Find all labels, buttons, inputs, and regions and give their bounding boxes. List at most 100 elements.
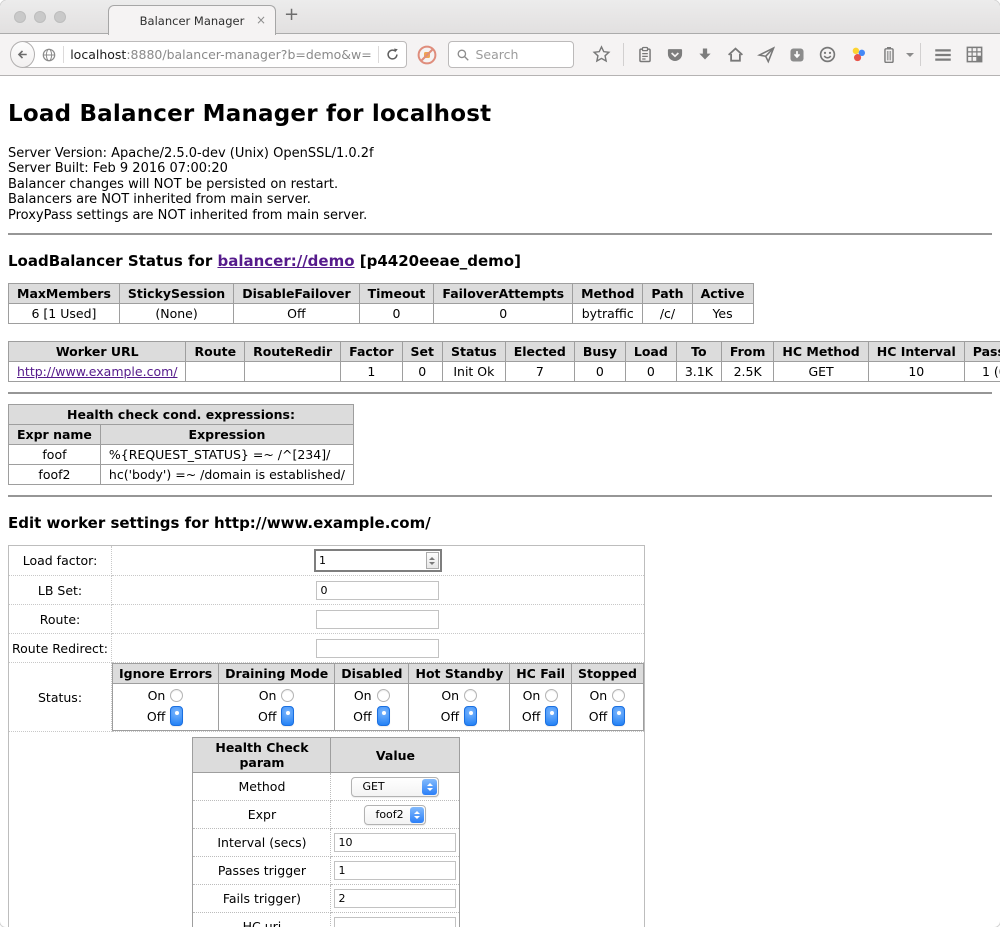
route-input[interactable] <box>316 610 439 629</box>
lb-set-row: LB Set: 0 <box>9 576 645 605</box>
draining-mode-radio-group: OnOff <box>225 686 328 728</box>
passes-input[interactable]: 1 <box>334 861 456 880</box>
col-hc-param: Health Check param <box>193 738 331 773</box>
col-status: Status <box>443 342 506 362</box>
reload-icon[interactable] <box>385 47 400 62</box>
on-label: On <box>353 688 371 703</box>
url-bar[interactable]: localhost:8880/balancer-manager?b=demo&w… <box>21 41 407 68</box>
color-dots-icon[interactable] <box>849 45 868 64</box>
downloads-icon[interactable] <box>696 46 714 64</box>
url-divider <box>63 46 64 63</box>
number-stepper-icon[interactable] <box>426 552 439 569</box>
new-tab-button[interactable]: + <box>284 4 299 25</box>
cell-busy: 0 <box>574 362 625 382</box>
col-hc-fail: HC Fail <box>510 664 572 684</box>
search-bar[interactable]: Search <box>448 41 574 68</box>
url-text[interactable]: localhost:8880/balancer-manager?b=demo&w… <box>70 47 372 62</box>
block-content-icon[interactable] <box>416 44 438 66</box>
menu-icon[interactable] <box>933 45 953 65</box>
ignore-errors-off-radio[interactable] <box>170 706 183 726</box>
draining-mode-off-radio[interactable] <box>281 706 294 726</box>
send-icon[interactable] <box>757 45 776 64</box>
col-route: Route <box>186 342 245 362</box>
col-draining-mode: Draining Mode <box>219 664 335 684</box>
cell-passes: 1 (0) <box>964 362 1000 382</box>
traffic-lights <box>14 11 66 23</box>
worker-data-row: http://www.example.com/ 1 0 Init Ok 7 0 … <box>9 362 1000 382</box>
stopped-radio-group: OnOff <box>578 686 637 728</box>
hc-fail-radio-group: OnOff <box>516 686 565 728</box>
on-label: On <box>441 688 459 703</box>
lb-set-input[interactable]: 0 <box>316 581 439 600</box>
save-box-icon[interactable] <box>788 46 806 64</box>
col-value: Value <box>331 738 460 773</box>
cell-factor: 1 <box>341 362 402 382</box>
expr-select[interactable]: foof2 <box>364 805 426 825</box>
col-routeredir: RouteRedir <box>245 342 341 362</box>
worker-url-link[interactable]: http://www.example.com/ <box>17 364 177 379</box>
clipboard-icon[interactable] <box>636 46 654 64</box>
col-expression: Expression <box>100 425 353 445</box>
hot-standby-on-radio[interactable] <box>464 689 477 702</box>
disabled-off-radio[interactable] <box>377 706 390 726</box>
hc-fail-off-radio[interactable] <box>545 706 558 726</box>
balancer-link[interactable]: balancer://demo <box>217 252 354 270</box>
interval-label: Interval (secs) <box>193 829 331 857</box>
search-icon <box>456 48 470 62</box>
feedback-smiley-icon[interactable] <box>818 45 837 64</box>
fails-row: Fails trigger) 2 <box>193 885 460 913</box>
stopped-off-radio[interactable] <box>612 706 625 726</box>
col-hc-interval: HC Interval <box>868 342 964 362</box>
cell-hc-interval: 10 <box>868 362 964 382</box>
server-info: Server Version: Apache/2.5.0-dev (Unix) … <box>8 146 992 223</box>
route-redirect-input[interactable] <box>316 639 439 658</box>
status-radios-row: OnOff OnOff OnOff OnOff OnOff OnOff <box>113 684 644 731</box>
hot-standby-radio-group: OnOff <box>415 686 503 728</box>
close-window-button[interactable] <box>14 11 26 23</box>
ignore-errors-on-radio[interactable] <box>170 689 183 702</box>
disabled-radio-group: On Off <box>341 686 402 728</box>
off-label: Off <box>353 709 371 724</box>
hc-uri-input[interactable] <box>334 917 456 927</box>
tab-title: Balancer Manager <box>140 14 245 28</box>
home-icon[interactable] <box>726 45 745 64</box>
cell-hc-method: GET <box>774 362 868 382</box>
cell-timeout: 0 <box>359 304 434 324</box>
method-select[interactable]: GET <box>351 777 439 797</box>
cell-method: bytraffic <box>573 304 643 324</box>
hc-expr-row-foof: foof %{REQUEST_STATUS} =~ /^[234]/ <box>9 445 354 465</box>
hc-expressions-table: Health check cond. expressions: Expr nam… <box>8 404 354 485</box>
battery-button[interactable] <box>874 46 914 64</box>
col-active: Active <box>692 284 753 304</box>
cell-from: 2.5K <box>721 362 774 382</box>
cell-stickysession: (None) <box>119 304 233 324</box>
balancers-note-line: Balancers are NOT inherited from main se… <box>8 192 992 207</box>
back-button[interactable] <box>10 41 35 68</box>
pocket-icon[interactable] <box>666 46 684 64</box>
cell-routeredir <box>245 362 341 382</box>
off-label: Off <box>589 709 607 724</box>
hc-fail-on-radio[interactable] <box>545 689 558 702</box>
fails-input[interactable]: 2 <box>334 889 456 908</box>
hc-param-header-row: Health Check param Value <box>193 738 460 773</box>
cell-load: 0 <box>625 362 676 382</box>
col-path: Path <box>643 284 692 304</box>
load-factor-input[interactable]: 1 <box>314 549 442 572</box>
balancer-header-row: MaxMembers StickySession DisableFailover… <box>9 284 754 304</box>
url-divider2 <box>378 46 379 63</box>
interval-input[interactable]: 10 <box>334 833 456 852</box>
tab-balancer-manager[interactable]: Balancer Manager × <box>108 5 276 35</box>
proxypass-note-line: ProxyPass settings are NOT inherited fro… <box>8 208 992 223</box>
expr-name: foof <box>9 445 101 465</box>
bookmark-star-icon[interactable] <box>592 45 611 64</box>
disabled-on-radio[interactable] <box>377 689 390 702</box>
stopped-on-radio[interactable] <box>612 689 625 702</box>
minimize-window-button[interactable] <box>34 11 46 23</box>
grid-icon[interactable] <box>965 45 984 64</box>
close-tab-icon[interactable]: × <box>256 13 266 27</box>
zoom-window-button[interactable] <box>54 11 66 23</box>
col-hc-method: HC Method <box>774 342 868 362</box>
draining-mode-on-radio[interactable] <box>281 689 294 702</box>
col-timeout: Timeout <box>359 284 434 304</box>
hot-standby-off-radio[interactable] <box>464 706 477 726</box>
